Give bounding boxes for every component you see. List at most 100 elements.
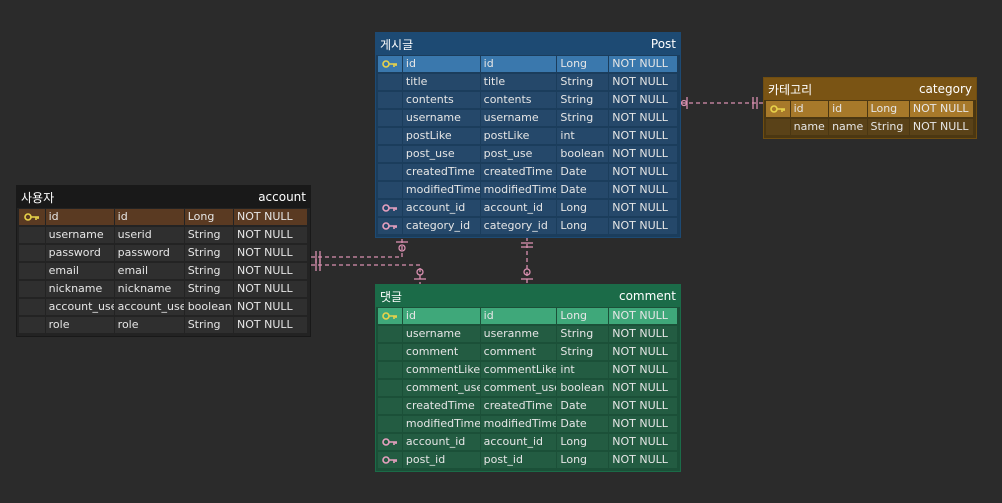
physical-name-cell: contents [480,92,557,108]
data-type-cell: Long [184,209,234,225]
physical-name-cell: comment [480,344,557,360]
column-row[interactable]: id id Long NOT NULL [378,55,678,73]
key-cell [378,200,402,216]
column-row[interactable]: commentLike commentLike int NOT NULL [378,361,678,379]
erd-canvas[interactable]: 게시글 Post id id Long NOT NULL title title Strin… [0,0,1002,503]
column-row[interactable]: post_use post_use boolean NOT NULL [378,145,678,163]
table-header[interactable]: 게시글 Post [376,33,680,55]
data-type-cell: String [184,245,234,261]
key-cell [378,398,402,414]
data-type-cell: String [184,227,234,243]
nullability-cell: NOT NULL [609,452,677,468]
column-row[interactable]: createdTime createdTime Date NOT NULL [378,397,678,415]
physical-name-cell: post_id [480,452,557,468]
column-row[interactable]: comment comment String NOT NULL [378,343,678,361]
physical-name-cell: id [480,56,557,72]
column-row[interactable]: role role String NOT NULL [19,316,308,334]
data-type-cell: Long [557,452,609,468]
table-post[interactable]: 게시글 Post id id Long NOT NULL title title Strin… [375,32,681,238]
table-header[interactable]: 댓글 comment [376,285,680,307]
table-title-english: Post [650,37,676,51]
key-cell [378,92,402,108]
key-cell [766,119,790,135]
data-type-cell: Long [867,101,909,117]
column-list: id id Long NOT NULL title title String NOT NULL… [376,55,680,237]
column-row[interactable]: modifiedTime modifiedTime Date NOT NULL [378,181,678,199]
relation-account-post [311,237,408,263]
nullability-cell: NOT NULL [234,317,307,333]
logical-name-cell: postLike [402,128,480,144]
key-cell [378,74,402,90]
column-row[interactable]: id id Long NOT NULL [766,100,974,118]
column-row[interactable]: username useranme String NOT NULL [378,325,678,343]
logical-name-cell: createdTime [402,398,480,414]
column-row[interactable]: name name String NOT NULL [766,118,974,136]
nullability-cell: NOT NULL [609,434,677,450]
physical-name-cell: modifiedTime [480,182,557,198]
column-row[interactable]: contents contents String NOT NULL [378,91,678,109]
table-header[interactable]: 카테고리 category [764,78,976,100]
physical-name-cell: post_use [480,146,557,162]
key-cell [378,362,402,378]
physical-name-cell: modifiedTime [480,416,557,432]
logical-name-cell: id [45,209,114,225]
column-row[interactable]: username userid String NOT NULL [19,226,308,244]
table-comment[interactable]: 댓글 comment id id Long NOT NULL username usera… [375,284,681,472]
column-row[interactable]: account_id account_id Long NOT NULL [378,433,678,451]
key-cell [378,452,402,468]
nullability-cell: NOT NULL [609,74,677,90]
key-cell [378,326,402,342]
relation-account-comment [311,259,426,284]
column-row[interactable]: id id Long NOT NULL [378,307,678,325]
column-row[interactable]: account_use account_use boolean NOT NULL [19,298,308,316]
column-row[interactable]: postLike postLike int NOT NULL [378,127,678,145]
logical-name-cell: contents [402,92,480,108]
column-row[interactable]: title title String NOT NULL [378,73,678,91]
foreign-key-icon [382,221,398,231]
logical-name-cell: comment_use [402,380,480,396]
table-title-english: comment [618,289,676,303]
column-row[interactable]: id id Long NOT NULL [19,208,308,226]
column-row[interactable]: category_id category_id Long NOT NULL [378,217,678,235]
physical-name-cell: account_id [480,200,557,216]
key-cell [19,209,45,225]
column-row[interactable]: password password String NOT NULL [19,244,308,262]
column-row[interactable]: modifiedTime modifiedTime Date NOT NULL [378,415,678,433]
logical-name-cell: modifiedTime [402,416,480,432]
logical-name-cell: category_id [402,218,480,234]
physical-name-cell: role [114,317,184,333]
data-type-cell: String [557,344,609,360]
logical-name-cell: nickname [45,281,114,297]
column-row[interactable]: email email String NOT NULL [19,262,308,280]
logical-name-cell: name [790,119,829,135]
data-type-cell: Date [557,182,609,198]
logical-name-cell: account_id [402,200,480,216]
primary-key-icon [770,104,786,114]
logical-name-cell: id [790,101,829,117]
nullability-cell: NOT NULL [909,119,973,135]
column-row[interactable]: createdTime createdTime Date NOT NULL [378,163,678,181]
column-row[interactable]: username username String NOT NULL [378,109,678,127]
nullability-cell: NOT NULL [909,101,973,117]
physical-name-cell: userid [114,227,184,243]
column-row[interactable]: account_id account_id Long NOT NULL [378,199,678,217]
table-header[interactable]: 사용자 account [17,186,310,208]
nullability-cell: NOT NULL [609,164,677,180]
key-cell [19,317,45,333]
data-type-cell: Long [557,308,609,324]
key-cell [378,308,402,324]
column-row[interactable]: post_id post_id Long NOT NULL [378,451,678,469]
column-list: id id Long NOT NULL name name String NOT NULL [764,100,976,138]
table-account[interactable]: 사용자 account id id Long NOT NULL username user… [16,185,311,337]
data-type-cell: int [557,128,609,144]
column-row[interactable]: nickname nickname String NOT NULL [19,280,308,298]
logical-name-cell: createdTime [402,164,480,180]
column-list: id id Long NOT NULL username userid String NOT … [17,208,310,336]
nullability-cell: NOT NULL [609,56,677,72]
nullability-cell: NOT NULL [609,344,677,360]
key-cell [19,299,45,315]
physical-name-cell: account_use [114,299,184,315]
column-row[interactable]: comment_use comment_use boolean NOT NULL [378,379,678,397]
physical-name-cell: createdTime [480,398,557,414]
table-category[interactable]: 카테고리 category id id Long NOT NULL name name St… [763,77,977,139]
